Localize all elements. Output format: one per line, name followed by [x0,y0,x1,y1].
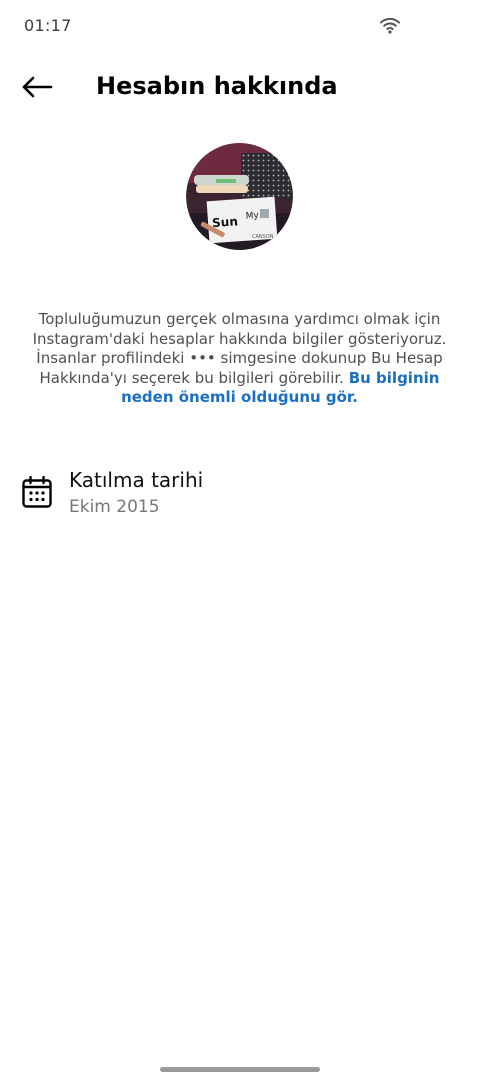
joined-date-row: Katılma tarihi Ekim 2015 [0,462,479,526]
page-title: Hesabın hakkında [96,72,338,100]
profile-photo: Sun My CANSON [186,143,293,250]
info-text: Topluluğumuzun gerçek olmasına yardımcı … [30,310,449,408]
joined-label: Katılma tarihi [69,468,204,492]
avatar: Sun My CANSON [186,143,293,250]
wifi-icon [380,17,400,34]
calendar-icon [22,476,52,508]
header: Hesabın hakkında [0,56,479,116]
status-time: 01:17 [24,16,72,35]
status-bar: 01:17 [0,0,479,52]
arrow-left-icon [22,76,53,98]
joined-value: Ekim 2015 [69,497,160,517]
back-button[interactable] [14,70,60,104]
svg-text:My: My [245,211,259,222]
svg-text:CANSON: CANSON [252,234,274,240]
home-indicator[interactable] [160,1067,320,1072]
svg-text:Sun: Sun [212,214,239,230]
